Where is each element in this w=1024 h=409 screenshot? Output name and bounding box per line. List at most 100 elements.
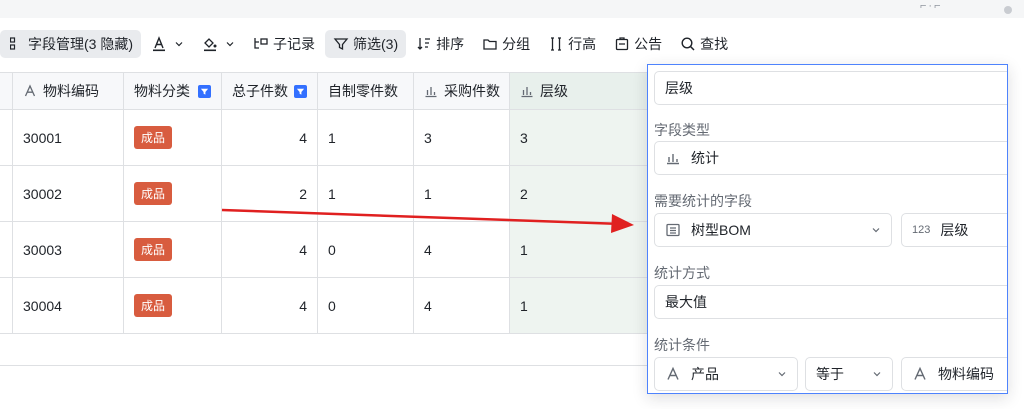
- text-field-icon: [23, 84, 37, 98]
- chevron-down-icon: [174, 39, 184, 49]
- table-row[interactable]: 30004 成品 4 0 4 1: [0, 278, 648, 334]
- notice-label: 公告: [634, 36, 663, 52]
- category-cell[interactable]: 成品: [124, 166, 222, 221]
- self-made-cell[interactable]: 0: [318, 278, 414, 333]
- column-header-material-category[interactable]: 物料分类: [124, 73, 222, 109]
- table-icon: [665, 222, 681, 238]
- category-cell[interactable]: 成品: [124, 278, 222, 333]
- stat-method-select[interactable]: 最大值: [654, 285, 1007, 319]
- level-cell[interactable]: 1: [510, 222, 648, 277]
- self-made-cell[interactable]: 1: [318, 166, 414, 221]
- category-tag: 成品: [134, 182, 173, 205]
- level-cell[interactable]: 3: [510, 110, 648, 165]
- text-color-icon: [151, 36, 167, 52]
- column-header-purchased-parts[interactable]: 采购件数: [414, 73, 510, 109]
- category-cell[interactable]: 成品: [124, 222, 222, 277]
- filter-button[interactable]: 筛选(3): [325, 30, 407, 58]
- total-children-cell[interactable]: 4: [222, 278, 318, 333]
- category-tag: 成品: [134, 294, 173, 317]
- row-height-button[interactable]: 行高: [540, 30, 604, 58]
- table-row[interactable]: 30003 成品 4 0 4 1: [0, 222, 648, 278]
- total-children-cell[interactable]: 4: [222, 110, 318, 165]
- total-children-cell[interactable]: 4: [222, 222, 318, 277]
- bar-chart-icon: [665, 150, 681, 166]
- text-field-icon: [665, 366, 681, 382]
- level-cell[interactable]: 2: [510, 166, 648, 221]
- fill-color-button[interactable]: [194, 30, 243, 58]
- condition-value-select[interactable]: 物料编码: [901, 357, 1007, 391]
- table-row[interactable]: 30002 成品 2 1 1 2: [0, 166, 648, 222]
- self-made-cell[interactable]: 0: [318, 222, 414, 277]
- field-type-label: 字段类型: [654, 122, 710, 138]
- purchased-cell[interactable]: 4: [414, 278, 510, 333]
- field-management-button[interactable]: 字段管理(3 隐藏): [0, 30, 141, 58]
- sort-button[interactable]: 排序: [408, 30, 472, 58]
- notice-icon: [614, 36, 630, 52]
- text-color-button[interactable]: [143, 30, 192, 58]
- column-header-self-made-parts[interactable]: 自制零件数: [318, 73, 414, 109]
- material-code-cell[interactable]: 30004: [13, 278, 124, 333]
- field-type-value: 统计: [691, 150, 719, 166]
- table-footer-row: [0, 334, 648, 366]
- stat-field-label: 需要统计的字段: [654, 193, 752, 209]
- level-cell[interactable]: 1: [510, 278, 648, 333]
- condition-value-value: 物料编码: [938, 366, 994, 382]
- purchased-cell[interactable]: 4: [414, 222, 510, 277]
- filter-active-icon[interactable]: [198, 84, 211, 98]
- chevron-down-icon: [225, 39, 235, 49]
- number-type-icon: 123: [912, 224, 931, 236]
- field-grid-icon: [8, 36, 24, 52]
- purchased-cell[interactable]: 1: [414, 166, 510, 221]
- material-code-cell[interactable]: 30001: [13, 110, 124, 165]
- column-header-level[interactable]: 层级: [510, 73, 648, 109]
- chevron-down-icon: [871, 225, 881, 235]
- condition-operator-select[interactable]: 等于: [805, 357, 893, 391]
- window-top-strip: ⌐·⌐: [0, 0, 1024, 18]
- table-row[interactable]: 30001 成品 4 1 3 3: [0, 110, 648, 166]
- chevron-down-icon: [777, 369, 787, 379]
- find-label: 查找: [700, 36, 729, 52]
- column-header-label: 总子件数: [232, 83, 288, 99]
- column-header-total-children[interactable]: 总子件数: [222, 73, 318, 109]
- paint-bucket-icon: [202, 36, 218, 52]
- subrecord-label: 子记录: [273, 36, 315, 52]
- column-header-label: 自制零件数: [328, 83, 398, 99]
- target-field-value: 层级: [940, 222, 969, 238]
- filter-icon: [333, 36, 349, 52]
- purchased-cell[interactable]: 3: [414, 110, 510, 165]
- material-code-cell[interactable]: 30003: [13, 222, 124, 277]
- field-management-label: 字段管理(3 隐藏): [28, 36, 133, 52]
- folder-icon: [482, 36, 498, 52]
- subrecord-button[interactable]: 子记录: [245, 30, 323, 58]
- total-children-cell[interactable]: 2: [222, 166, 318, 221]
- search-icon: [680, 36, 696, 52]
- column-header-label: 物料编码: [43, 83, 99, 99]
- condition-field-select[interactable]: 产品: [654, 357, 798, 391]
- category-cell[interactable]: 成品: [124, 110, 222, 165]
- filter-label: 筛选(3): [353, 36, 399, 52]
- filter-active-icon[interactable]: [294, 84, 307, 98]
- material-code-cell[interactable]: 30002: [13, 166, 124, 221]
- row-number-cell: [0, 110, 13, 165]
- column-header-label: 采购件数: [444, 83, 500, 99]
- sort-label: 排序: [436, 36, 465, 52]
- subrecord-icon: [253, 36, 269, 52]
- stat-method-value: 最大值: [665, 294, 707, 310]
- condition-operator-value: 等于: [816, 366, 844, 382]
- target-field-select[interactable]: 123 层级: [901, 213, 1007, 247]
- table-header-row: 物料编码 物料分类 总子件数 自制零件数 采购件数 层级: [0, 72, 648, 110]
- self-made-cell[interactable]: 1: [318, 110, 414, 165]
- row-height-label: 行高: [568, 36, 597, 52]
- source-table-select[interactable]: 树型BOM: [654, 213, 892, 247]
- column-header-material-code[interactable]: 物料编码: [13, 73, 124, 109]
- notice-button[interactable]: 公告: [606, 30, 670, 58]
- top-strip-dot: [1004, 6, 1012, 14]
- field-type-select[interactable]: 统计: [654, 141, 1007, 175]
- field-name-input[interactable]: 层级: [654, 71, 1007, 105]
- find-button[interactable]: 查找: [672, 30, 736, 58]
- row-number-cell: [0, 166, 13, 221]
- bar-chart-icon: [520, 84, 534, 98]
- category-tag: 成品: [134, 126, 173, 149]
- group-button[interactable]: 分组: [474, 30, 538, 58]
- text-field-icon: [912, 366, 928, 382]
